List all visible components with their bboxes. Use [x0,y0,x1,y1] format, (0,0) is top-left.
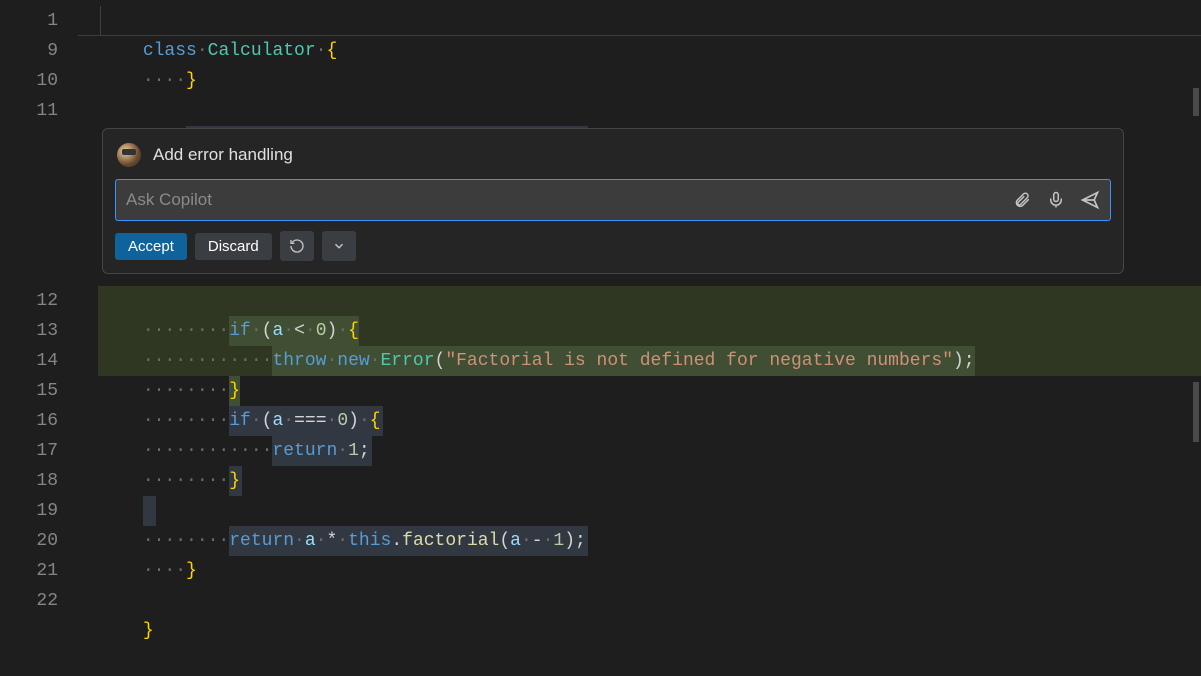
brace: } [229,381,240,401]
code-line[interactable]: ········} [78,436,1201,466]
code-line[interactable] [78,556,1201,586]
copilot-input[interactable] [126,190,1012,210]
line-number: 21 [0,556,58,586]
line-number: 22 [0,586,58,616]
send-icon[interactable] [1080,190,1100,210]
code-line[interactable]: ········return·a·*·this.factorial(a·-·1)… [78,496,1201,526]
line-number: 19 [0,496,58,526]
class-name: Error [380,351,434,371]
line-number: 15 [0,376,58,406]
line-number: 18 [0,466,58,496]
retry-icon[interactable] [280,231,314,261]
code-line[interactable] [78,66,1201,96]
line-number: 20 [0,526,58,556]
code-line[interactable]: ····} [78,526,1201,556]
line-number: 1 [0,6,58,36]
line-number: 9 [0,36,58,66]
accept-button[interactable]: Accept [115,233,187,260]
copilot-inline-chat: Add error handling Accept Discard [102,128,1124,274]
discard-button[interactable]: Discard [195,233,272,260]
code-line[interactable]: ········if·(a·===·0)·{ [78,376,1201,406]
code-editor: 1 9 10 11 12 13 14 15 16 17 18 19 20 21 … [0,0,1201,632]
line-number: 14 [0,346,58,376]
scrollbar[interactable] [1187,0,1201,632]
mic-icon[interactable] [1046,190,1066,210]
param: a [272,321,283,341]
attach-icon[interactable] [1012,190,1032,210]
line-number: 13 [0,316,58,346]
code-line[interactable]: ············return·1; [78,406,1201,436]
operator: < [294,321,305,341]
code-line[interactable] [78,466,1201,496]
line-number: 10 [0,66,58,96]
keyword: throw [272,351,326,371]
line-number: 12 [0,286,58,316]
number: 0 [316,321,327,341]
line-number: 11 [0,96,58,126]
code-line[interactable]: class·Calculator·{ [78,6,1201,36]
copilot-input-container [115,179,1111,221]
copilot-actions: Accept Discard [115,231,1111,261]
code-content[interactable]: class·Calculator·{ ····} ····public·fact… [78,0,1201,632]
copilot-prompt-title: Add error handling [153,145,293,165]
code-line[interactable]: } [78,586,1201,616]
code-line[interactable]: ····public·factorial(a:·number):·number·… [78,96,1201,126]
keyword: new [337,351,369,371]
line-number: 16 [0,406,58,436]
copilot-header: Add error handling [115,139,1111,179]
code-line[interactable]: ····} [78,36,1201,66]
chevron-down-icon[interactable] [322,231,356,261]
line-number-gutter: 1 9 10 11 12 13 14 15 16 17 18 19 20 21 … [0,0,78,632]
avatar [117,143,141,167]
line-number: 17 [0,436,58,466]
brace: } [143,621,154,641]
string: "Factorial is not defined for negative n… [445,351,953,371]
brace: { [348,321,359,341]
keyword: if [229,321,251,341]
code-line-added[interactable]: ········if·(a·<·0)·{ [78,286,1201,316]
